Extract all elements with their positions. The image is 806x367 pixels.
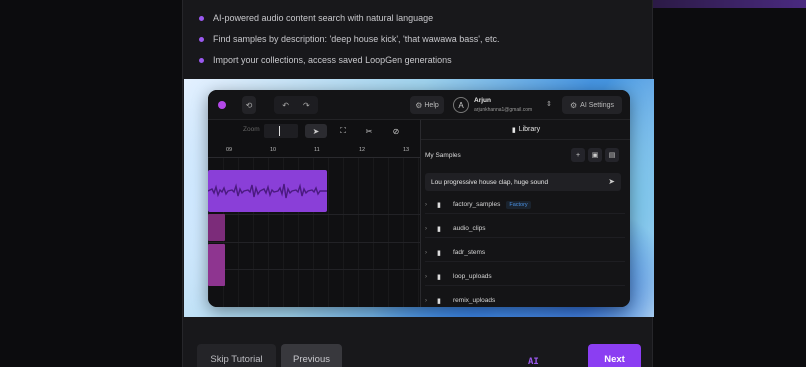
tutorial-panel: AI-powered audio content search with nat… xyxy=(182,0,654,367)
sliders-icon: ⚙ xyxy=(569,100,578,110)
folder-name: factory_samples xyxy=(453,201,501,208)
folder-icon: ▮ xyxy=(437,273,441,281)
right-backdrop xyxy=(653,0,806,367)
feature-text: Find samples by description: 'deep house… xyxy=(213,34,500,44)
bullet-icon xyxy=(199,15,204,21)
ruler-tick: 13 xyxy=(403,147,410,153)
undo-icon[interactable]: ↶ xyxy=(282,101,289,110)
bullet-icon xyxy=(199,36,204,42)
app-preview-image: ⟲ ↶ ↷ ⚙ Help A Arjun arjunkhanna1@gmail.c… xyxy=(184,79,654,317)
help-button[interactable]: ⚙ Help xyxy=(410,96,444,114)
help-label: Help xyxy=(424,101,439,109)
search-value: Lou progressive house clap, huge sound xyxy=(431,178,549,186)
mute-tool-icon[interactable]: ⊘ xyxy=(385,124,407,138)
next-button[interactable]: Next xyxy=(588,344,641,367)
audio-clip[interactable] xyxy=(208,244,225,286)
chevron-right-icon: › xyxy=(425,225,427,232)
feature-text: Import your collections, access saved Lo… xyxy=(213,55,452,65)
skip-tutorial-button[interactable]: Skip Tutorial xyxy=(197,344,276,367)
folder-name: audio_clips xyxy=(453,225,486,232)
library-panel: ▮ Library My Samples + ▣ ▤ Lou progressiv… xyxy=(420,120,630,307)
waveform-icon xyxy=(208,183,327,199)
status-badge: Factory xyxy=(506,200,531,209)
ruler-tick: 12 xyxy=(359,147,366,153)
user-email: arjunkhanna1@gmail.com xyxy=(474,107,533,113)
send-icon[interactable]: ➤ xyxy=(608,177,615,186)
folder-name: loop_uploads xyxy=(453,273,492,280)
left-backdrop xyxy=(0,0,182,367)
feature-item: Import your collections, access saved Lo… xyxy=(199,50,639,70)
feature-item: Find samples by description: 'deep house… xyxy=(199,29,639,49)
bullet-icon xyxy=(199,57,204,63)
undo-redo-group: ↶ ↷ xyxy=(274,96,318,114)
zoom-label: Zoom xyxy=(243,126,260,133)
ai-settings-label: AI Settings xyxy=(580,101,615,109)
app-topbar: ⟲ ↶ ↷ ⚙ Help A Arjun arjunkhanna1@gmail.c… xyxy=(208,90,630,120)
feature-text: AI-powered audio content search with nat… xyxy=(213,13,434,23)
my-samples-label: My Samples xyxy=(425,152,461,159)
previous-button[interactable]: Previous xyxy=(281,344,342,367)
add-icon[interactable]: + xyxy=(571,148,585,162)
folder-icon: ▮ xyxy=(437,249,441,257)
user-name: Arjun xyxy=(474,97,491,104)
scissors-tool-icon[interactable]: ✂ xyxy=(358,124,380,138)
list-item[interactable]: › ▮ fadr_stems xyxy=(425,244,625,262)
tutorial-stage: AI-powered audio content search with nat… xyxy=(0,0,806,367)
chevron-right-icon: › xyxy=(425,297,427,304)
timeline-ruler[interactable]: 09 10 11 12 13 xyxy=(208,146,420,158)
folder-name: fadr_stems xyxy=(453,249,486,256)
chevron-right-icon: › xyxy=(425,273,427,280)
sample-search-input[interactable]: Lou progressive house clap, huge sound ➤ xyxy=(425,173,621,191)
folder-icon: ▮ xyxy=(511,126,516,134)
brand-logo: AI xyxy=(528,357,539,367)
loop-icon[interactable]: ⟲ xyxy=(242,96,256,114)
audio-clip[interactable] xyxy=(208,214,225,241)
ai-settings-button[interactable]: ⚙ AI Settings xyxy=(562,96,622,114)
ruler-tick: 09 xyxy=(226,147,233,153)
ruler-tick: 10 xyxy=(270,147,277,153)
library-header: ▮ Library xyxy=(421,120,630,140)
folder-name: remix_uploads xyxy=(453,297,496,304)
folder-icon: ▮ xyxy=(437,201,441,209)
redo-icon[interactable]: ↷ xyxy=(303,101,310,110)
avatar[interactable]: A xyxy=(453,97,469,113)
feature-list: AI-powered audio content search with nat… xyxy=(199,8,639,71)
feature-item: AI-powered audio content search with nat… xyxy=(199,8,639,28)
chevron-right-icon: › xyxy=(425,201,427,208)
select-box-tool-icon[interactable]: ⛶ xyxy=(332,124,354,138)
zoom-slider[interactable] xyxy=(264,124,298,138)
chevron-right-icon: › xyxy=(425,249,427,256)
folder-add-icon[interactable]: ▣ xyxy=(588,148,602,162)
list-item[interactable]: › ▮ audio_clips xyxy=(425,220,625,238)
track-area[interactable] xyxy=(208,158,420,307)
app-window: ⟲ ↶ ↷ ⚙ Help A Arjun arjunkhanna1@gmail.c… xyxy=(208,90,630,307)
folder-icon: ▮ xyxy=(437,297,441,305)
editor-toolbar: Zoom ➤ ⛶ ✂ ⊘ xyxy=(208,120,420,142)
gear-icon: ⚙ xyxy=(415,100,423,110)
accent-strip xyxy=(653,0,806,8)
tutorial-footer: Skip Tutorial Previous AI Next xyxy=(183,330,654,367)
folder-import-icon[interactable]: ▤ xyxy=(605,148,619,162)
ruler-tick: 11 xyxy=(314,147,320,153)
timeline-editor: Zoom ➤ ⛶ ✂ ⊘ 09 10 11 12 13 xyxy=(208,120,420,307)
app-logo-icon xyxy=(218,101,226,109)
folder-icon: ▮ xyxy=(437,225,441,233)
list-item[interactable]: › ▮ factory_samples Factory xyxy=(425,196,625,214)
list-item[interactable]: › ▮ remix_uploads xyxy=(425,292,625,307)
library-title: Library xyxy=(518,126,541,133)
chevron-updown-icon[interactable]: ⇕ xyxy=(546,100,552,108)
audio-clip[interactable] xyxy=(208,170,327,212)
list-item[interactable]: › ▮ loop_uploads xyxy=(425,268,625,286)
pointer-tool-icon[interactable]: ➤ xyxy=(305,124,327,138)
